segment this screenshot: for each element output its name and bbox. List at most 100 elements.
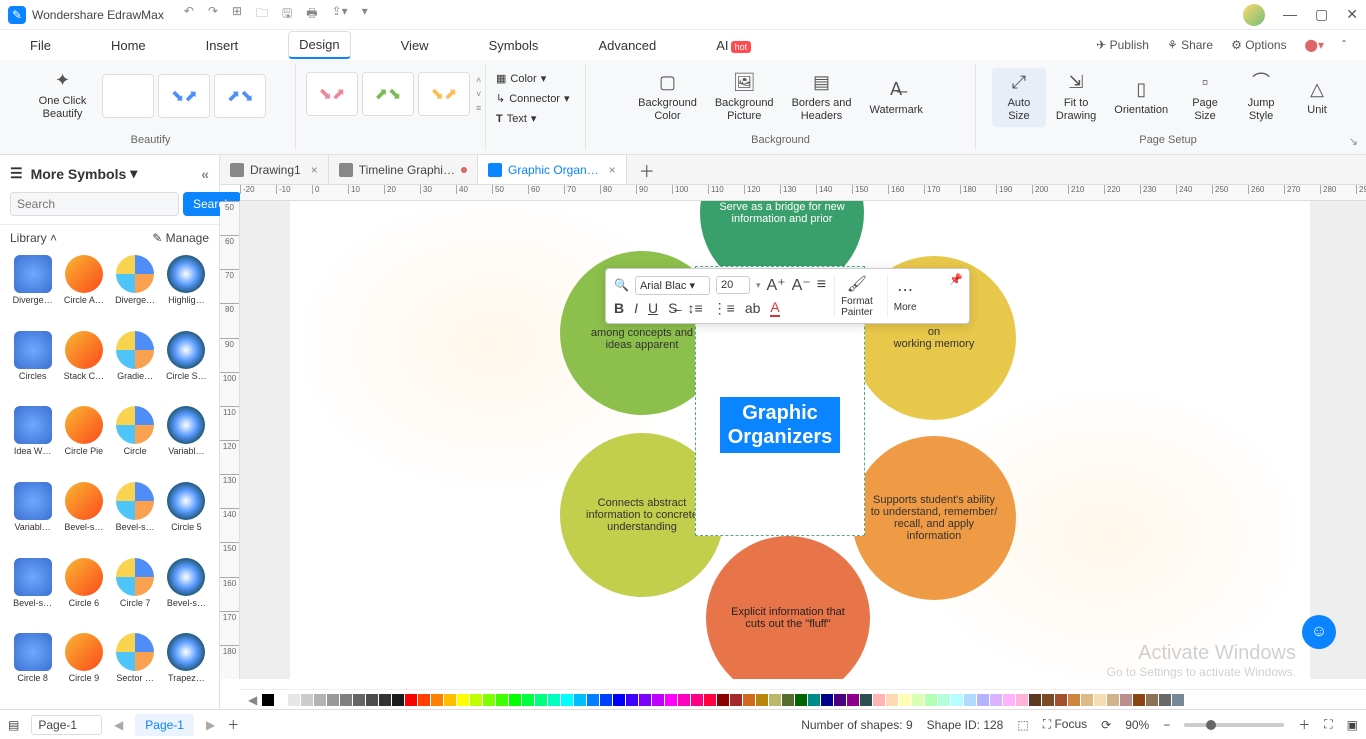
color-swatch[interactable] [1055,694,1067,706]
refresh-icon[interactable]: ⟳ [1101,718,1111,732]
fit-page-icon[interactable]: ⛶ [1324,717,1332,732]
theme-preset[interactable]: ⬈⬊ [214,74,266,118]
color-swatch[interactable] [1172,694,1184,706]
unit-button[interactable]: △Unit [1290,68,1344,127]
one-click-beautify-button[interactable]: ✦ One Click Beautify [31,66,95,125]
zoom-out-icon[interactable]: − [1163,718,1170,732]
symbol-item[interactable]: Circle 5 [162,482,211,554]
color-swatch[interactable] [613,694,625,706]
symbol-item[interactable]: Circle S… [162,331,211,403]
color-swatch[interactable] [834,694,846,706]
page-selector[interactable]: Page-1 [31,715,102,735]
text-dropdown[interactable]: T Text ▾ [492,110,574,127]
color-swatch[interactable] [288,694,300,706]
color-dropdown[interactable]: ▦ Color ▾ [492,70,574,87]
options-button[interactable]: ⚙ Options [1231,38,1286,52]
color-swatch[interactable] [548,694,560,706]
gallery-more-icon[interactable]: ≡ [476,103,481,113]
color-swatch[interactable] [743,694,755,706]
symbol-item[interactable]: Circles [8,331,57,403]
bold-icon[interactable]: B [614,300,624,316]
color-swatch[interactable] [964,694,976,706]
color-swatch[interactable] [301,694,313,706]
symbol-item[interactable]: Gradie… [111,331,160,403]
focus-button[interactable]: ⛶ Focus [1043,717,1087,732]
menu-home[interactable]: Home [101,33,156,58]
theme-preset[interactable]: ⬈⬊ [362,72,414,116]
color-swatch[interactable] [314,694,326,706]
format-painter-button[interactable]: 🖌 Format Painter [834,275,879,317]
color-swatch[interactable] [938,694,950,706]
symbol-item[interactable]: Circle 8 [8,633,57,705]
color-swatch[interactable] [522,694,534,706]
share-button[interactable]: ⚘ Share [1167,38,1213,52]
color-swatch[interactable] [1133,694,1145,706]
symbol-item[interactable]: Stack C… [59,331,108,403]
symbols-menu-icon[interactable]: ☰ [10,165,23,182]
color-swatch[interactable] [925,694,937,706]
borders-headers-button[interactable]: ▤Borders and Headers [784,68,860,127]
theme-gallery[interactable]: ⬊⬈ ⬈⬊ [98,68,270,124]
symbol-search-input[interactable] [10,192,179,216]
redo-icon[interactable]: ↷ [208,4,218,25]
pages-panel-icon[interactable]: ▤ [8,718,19,732]
gallery-down-icon[interactable]: ˅ [476,89,481,99]
symbol-item[interactable]: Bevel-s… [8,558,57,630]
background-color-button[interactable]: ▢Background Color [630,68,705,127]
close-tab-icon[interactable]: × [609,163,616,177]
menu-ai[interactable]: AIhot [706,33,761,58]
symbol-item[interactable]: Variabl… [162,406,211,478]
color-swatch[interactable] [366,694,378,706]
color-swatch[interactable] [847,694,859,706]
color-swatch[interactable] [795,694,807,706]
close-tab-icon[interactable]: × [311,163,318,177]
color-swatch[interactable] [418,694,430,706]
color-swatch[interactable] [496,694,508,706]
color-swatch[interactable] [431,694,443,706]
menu-symbols[interactable]: Symbols [479,33,549,58]
color-swatch[interactable] [1016,694,1028,706]
doc-tab[interactable]: Timeline Graphi… [329,155,478,184]
color-swatch[interactable] [951,694,963,706]
menu-file[interactable]: File [20,33,61,58]
symbol-item[interactable]: Trapez… [162,633,211,705]
minimize-icon[interactable]: — [1283,6,1297,23]
diagram-node-bottom-right[interactable]: Supports student's ability to understand… [852,436,1016,600]
prev-page-icon[interactable]: ◀ [114,718,123,732]
doc-tab[interactable]: Graphic Organ…× [478,155,627,184]
align-icon[interactable]: ≡ [817,276,826,294]
symbol-item[interactable]: Diverge… [8,255,57,327]
color-swatch[interactable] [717,694,729,706]
layers-icon[interactable]: ⬚ [1017,718,1028,732]
color-swatch[interactable] [275,694,287,706]
font-size-select[interactable]: 20 [716,276,750,294]
close-icon[interactable]: ✕ [1346,6,1358,23]
color-swatch[interactable] [1029,694,1041,706]
color-swatch[interactable] [262,694,274,706]
auto-size-button[interactable]: ⤢Auto Size [992,68,1046,127]
symbol-item[interactable]: Diverge… [111,255,160,327]
color-swatch[interactable] [483,694,495,706]
italic-icon[interactable]: I [634,300,638,316]
next-page-icon[interactable]: ▶ [206,718,215,732]
color-swatch[interactable] [1068,694,1080,706]
color-swatch[interactable] [808,694,820,706]
palette-scroll-left-icon[interactable]: ◀ [244,693,261,707]
maximize-icon[interactable]: ▢ [1315,6,1328,23]
menu-advanced[interactable]: Advanced [588,33,666,58]
theme-preset[interactable]: ⬊⬈ [418,72,470,116]
color-swatch[interactable] [574,694,586,706]
color-swatch[interactable] [899,694,911,706]
theme-preset[interactable] [102,74,154,118]
color-swatch[interactable] [691,694,703,706]
doc-tab[interactable]: Drawing1× [220,155,329,184]
zoom-slider[interactable] [1184,723,1284,727]
color-swatch[interactable] [587,694,599,706]
color-swatch[interactable] [444,694,456,706]
highlight-icon[interactable]: ab [745,300,761,316]
symbol-item[interactable]: Bevel-s… [59,482,108,554]
dialog-launcher-icon[interactable]: ↘ [1349,135,1358,148]
pin-icon[interactable]: 📌 [949,273,963,286]
symbol-item[interactable]: Circle 7 [111,558,160,630]
color-swatch[interactable] [1146,694,1158,706]
